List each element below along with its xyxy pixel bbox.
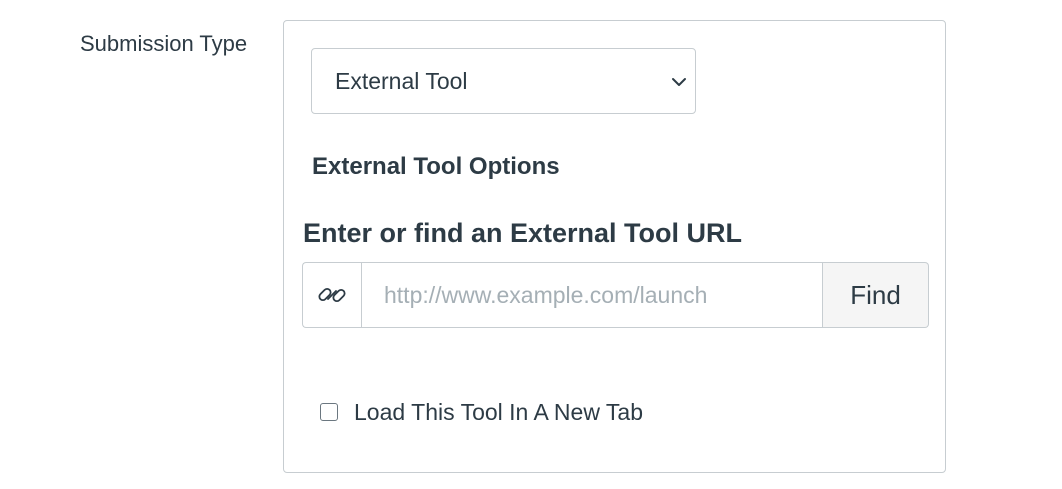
find-button[interactable]: Find: [823, 262, 929, 328]
chevron-down-icon: [672, 78, 686, 86]
external-tool-options-heading: External Tool Options: [312, 153, 560, 180]
new-tab-checkbox-label: Load This Tool In A New Tab: [354, 399, 643, 425]
external-tool-url-group: Find: [302, 262, 929, 328]
submission-type-label: Submission Type: [80, 31, 248, 56]
new-tab-checkbox-row[interactable]: Load This Tool In A New Tab: [320, 398, 643, 426]
submission-type-selected-value: External Tool: [335, 68, 468, 94]
url-addon: [302, 262, 361, 328]
new-tab-checkbox[interactable]: [320, 403, 338, 421]
link-icon: [318, 287, 346, 303]
external-tool-url-heading: Enter or find an External Tool URL: [303, 218, 743, 248]
submission-type-select[interactable]: External Tool: [311, 48, 696, 114]
external-tool-url-input[interactable]: [361, 262, 823, 328]
